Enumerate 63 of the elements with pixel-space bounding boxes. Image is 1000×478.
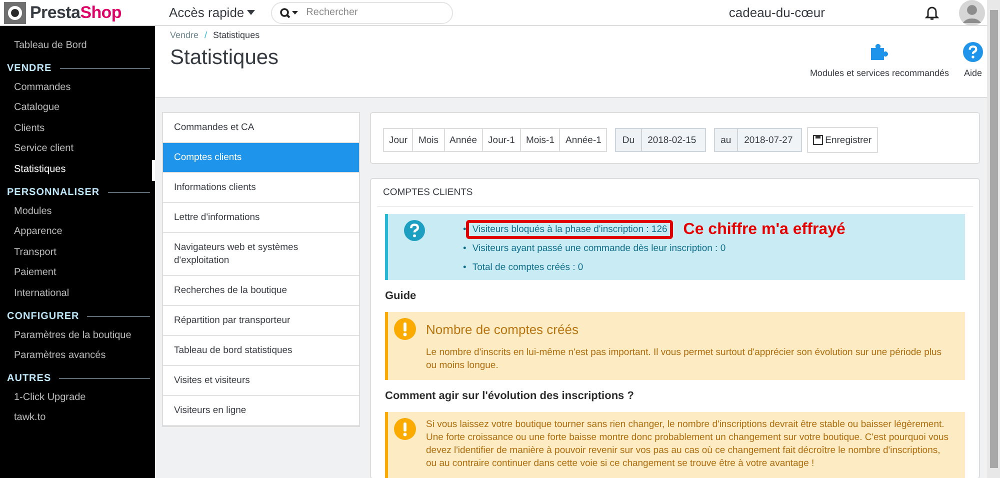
logo-text[interactable]: PrestaShop <box>30 2 122 22</box>
search-field[interactable]: Rechercher <box>271 2 454 24</box>
breadcrumb-link[interactable]: Vendre <box>170 30 199 40</box>
alert-title: Nombre de comptes créés <box>426 321 580 337</box>
date-field[interactable]: 2018-02-15 <box>642 128 706 152</box>
sidebar-item[interactable]: tawk.to <box>0 408 155 429</box>
sidebar-item[interactable]: Clients <box>0 118 155 140</box>
sidebar-item[interactable]: Paiement <box>0 263 155 284</box>
section-heading: Guide <box>385 289 418 304</box>
date-field[interactable]: 2018-07-27 <box>738 128 802 152</box>
bullet: • <box>463 243 466 254</box>
save-icon <box>813 135 824 145</box>
scrollbar[interactable] <box>987 0 1000 478</box>
alert-text: Le nombre d'inscrits en lui-même n'est pas important. Il vous permet surtout d'apprécier son évolution sur une période plus ou moins longue. <box>426 346 943 372</box>
caret-icon <box>247 10 256 15</box>
sidebar-item[interactable]: Transport <box>0 242 155 264</box>
puzzle-icon <box>869 42 890 62</box>
section-title: VENDRE <box>7 62 52 74</box>
info-line: Total de comptes créés : 0 <box>471 261 584 275</box>
sidebar-item[interactable]: Commandes <box>0 78 155 98</box>
help-icon <box>404 220 425 241</box>
breadcrumb-separator: / <box>204 30 208 40</box>
bullet: • <box>463 224 466 235</box>
sidebar-item[interactable]: Paramètres avancés <box>0 346 155 367</box>
sidebar-item[interactable]: Catalogue <box>0 98 155 119</box>
period-button[interactable]: Jour <box>383 128 414 152</box>
save-button[interactable]: Enregistrer <box>807 127 878 153</box>
page-title: Statistiques <box>170 46 279 70</box>
quick-access-button[interactable]: Accès rapide <box>169 5 256 20</box>
info-line: Visiteurs ayant passé une commande dès leur inscription : 0 <box>471 242 727 256</box>
period-button[interactable]: Année <box>444 128 484 152</box>
section-title: CONFIGURER <box>7 310 80 322</box>
panel-title: COMPTES CLIENTS <box>377 179 973 207</box>
sidebar-item[interactable]: International <box>0 284 155 305</box>
period-button[interactable]: Année-1 <box>559 128 608 152</box>
modules-link[interactable]: Modules et services recommandés <box>810 42 949 97</box>
period-button[interactable]: Mois <box>412 128 445 152</box>
warning-icon <box>394 318 416 340</box>
breadcrumb-link[interactable]: Statistiques <box>213 30 260 40</box>
sidebar-item[interactable]: Paramètres de la boutique <box>0 326 155 346</box>
section-title: PERSONNALISER <box>7 186 100 198</box>
sidebar-item[interactable]: Modules <box>0 202 155 222</box>
help-icon <box>963 42 983 62</box>
shop-name[interactable]: cadeau-du-cœur <box>728 5 825 20</box>
search-icon[interactable] <box>280 8 298 18</box>
help-link[interactable]: Aide <box>963 42 983 97</box>
sidebar-item[interactable]: Statistiques <box>0 160 155 181</box>
warning-icon <box>394 418 416 440</box>
date-label: au <box>714 128 738 152</box>
annotation-text: Ce chiffre m'a effrayé <box>683 224 846 236</box>
bell-icon[interactable] <box>925 4 939 20</box>
sidebar-item[interactable]: 1-Click Upgrade <box>0 388 155 408</box>
sidebar-item[interactable]: Apparence <box>0 222 155 243</box>
alert-text: Si vous laissez votre boutique tourner sans rien changer, le nombre d'inscriptions devrait être stable ou baisser légèrement. Une forte croissance ou une forte baisse montre donc probablement un changement sur votre boutique. C'est pourquoi vous devez l'identifier de manière à pouvoir revenir sur vos pas au cas où ce changement fait décroître le nombre d'inscriptions, ou au contraire continuer dans cette voie si ce changement se trouve être à votre avantage ! <box>426 418 950 470</box>
avatar-icon[interactable] <box>959 0 985 26</box>
bullet: • <box>463 262 466 273</box>
sidebar-item[interactable]: Service client <box>0 139 155 160</box>
section-title: AUTRES <box>7 372 52 384</box>
sidebar-item[interactable]: Tableau de Bord <box>0 36 155 57</box>
period-button[interactable]: Mois-1 <box>520 128 560 152</box>
date-label: Du <box>615 128 642 152</box>
section-heading: Comment agir sur l'évolution des inscriptions ? <box>385 389 635 404</box>
period-button[interactable]: Jour-1 <box>482 128 521 152</box>
